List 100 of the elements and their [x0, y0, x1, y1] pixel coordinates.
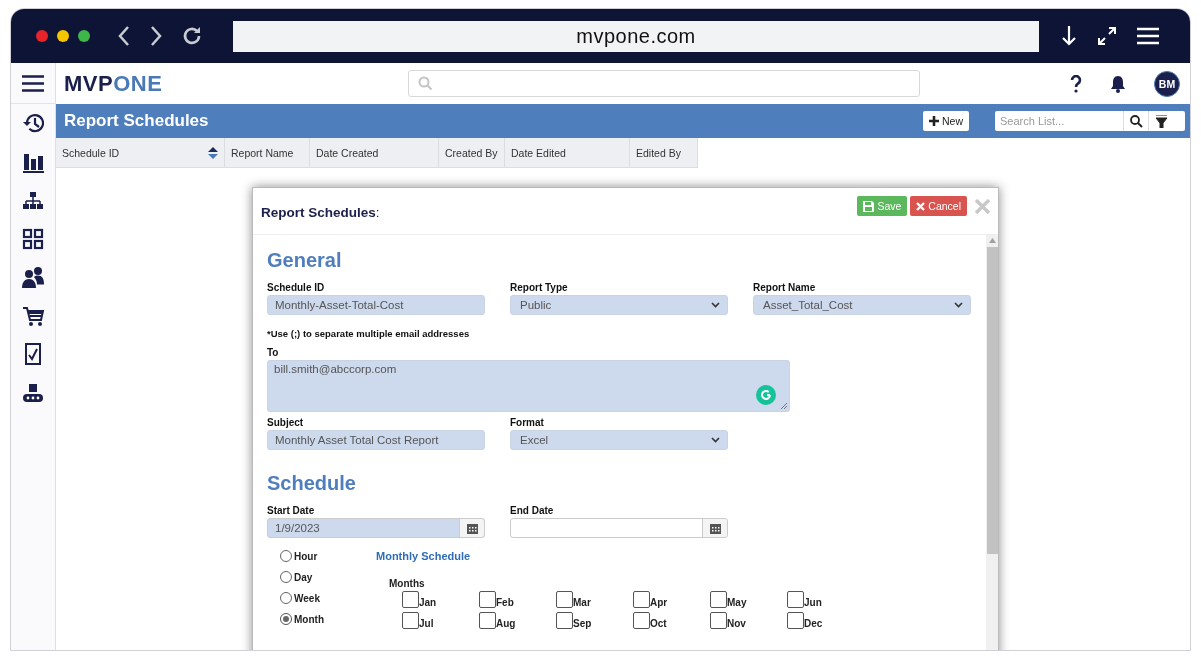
help-icon[interactable]: [1070, 74, 1082, 93]
column-header[interactable]: Created By: [439, 138, 505, 168]
plus-icon: [929, 116, 939, 126]
subsection-title: Monthly Schedule: [376, 550, 472, 562]
hint-text: *Use (;) to separate multiple email addresses: [267, 328, 471, 339]
reload-icon[interactable]: [181, 25, 203, 47]
checkbox[interactable]: [787, 591, 804, 608]
checkbox-label: Dec: [804, 618, 823, 629]
people-icon[interactable]: [22, 266, 44, 289]
checkbox[interactable]: [402, 612, 419, 629]
radio-button[interactable]: [280, 550, 292, 562]
address-bar[interactable]: mvpone.com: [233, 20, 1039, 52]
checkbox[interactable]: [479, 612, 496, 629]
radio-button[interactable]: [280, 613, 292, 625]
checkbox-label: Mar: [573, 597, 591, 608]
field-label: Start Date: [267, 505, 316, 516]
grid-icon[interactable]: [22, 227, 44, 250]
forward-icon[interactable]: [149, 25, 163, 47]
checkbox[interactable]: [633, 591, 650, 608]
search-icon: [418, 76, 433, 91]
chevron-down-icon: [711, 302, 720, 308]
column-header[interactable]: Date Created: [310, 138, 439, 168]
column-header[interactable]: Edited By: [630, 138, 698, 168]
checkbox-label: Nov: [727, 618, 746, 629]
page-title: Report Schedules: [64, 111, 210, 131]
checkbox-label: Aug: [496, 618, 516, 629]
checkbox-label: Feb: [496, 597, 514, 608]
cart-icon[interactable]: [22, 304, 44, 327]
checkbox-label: Sep: [573, 618, 592, 629]
radio-label: Week: [294, 592, 320, 604]
checkbox-label: Oct: [650, 618, 667, 629]
checkbox[interactable]: [556, 612, 573, 629]
section-heading: General: [267, 249, 343, 272]
menu-icon[interactable]: [22, 74, 44, 92]
text-field[interactable]: Monthly Asset Total Cost Report: [267, 430, 485, 450]
dialog-title: Report Schedules:: [261, 203, 381, 220]
column-header[interactable]: Schedule ID: [56, 138, 225, 168]
back-icon[interactable]: [117, 25, 131, 47]
field-label: Subject: [267, 417, 305, 428]
field-label: Report Name: [753, 282, 817, 293]
checkbox[interactable]: [710, 591, 727, 608]
window-control-icon[interactable]: [78, 30, 90, 42]
checkbox-label: Apr: [650, 597, 668, 608]
scrollbar[interactable]: [986, 235, 998, 650]
checkbox[interactable]: [633, 612, 650, 629]
date-field[interactable]: 1/9/2023: [267, 518, 485, 538]
checkbox-icon[interactable]: [22, 343, 44, 366]
checkbox[interactable]: [479, 591, 496, 608]
cancel-button[interactable]: Cancel: [910, 196, 967, 216]
resize-handle-icon[interactable]: [781, 403, 787, 409]
logo: MVPONE: [64, 70, 164, 97]
search-field[interactable]: Search List...: [995, 111, 1185, 131]
scrollbar-thumb[interactable]: [986, 247, 998, 554]
window-control-icon[interactable]: [57, 30, 69, 42]
column-header[interactable]: Date Edited: [505, 138, 630, 168]
radio-label: Month: [294, 613, 324, 625]
field-label: End Date: [510, 505, 555, 516]
dropdown[interactable]: Asset_Total_Cost: [753, 295, 971, 315]
checkbox[interactable]: [556, 591, 573, 608]
radio-label: Hour: [294, 550, 318, 562]
search-icon: [1129, 114, 1143, 128]
dropdown[interactable]: Excel: [510, 430, 728, 450]
hierarchy-icon[interactable]: [22, 189, 44, 212]
bell-icon[interactable]: [1110, 74, 1126, 93]
sort-icon[interactable]: [208, 146, 218, 159]
email-field[interactable]: bill.smith@abccorp.com: [267, 360, 790, 412]
user-avatar[interactable]: BM: [1154, 70, 1180, 97]
history-icon[interactable]: [22, 112, 44, 135]
close-icon: [916, 201, 926, 211]
checkbox[interactable]: [402, 591, 419, 608]
chevron-down-icon: [711, 437, 720, 443]
checkbox-label: Jan: [419, 597, 437, 608]
field-label: To: [267, 347, 280, 358]
section-heading: Schedule: [267, 472, 357, 495]
filter-icon: [1155, 114, 1167, 128]
dropdown[interactable]: Public: [510, 295, 728, 315]
checkbox[interactable]: [710, 612, 727, 629]
radio-button[interactable]: [280, 592, 292, 604]
column-header[interactable]: Report Name: [225, 138, 310, 168]
date-field[interactable]: [510, 518, 728, 538]
calendar-icon[interactable]: [709, 522, 721, 534]
calendar-icon[interactable]: [466, 522, 478, 534]
new-button[interactable]: New: [923, 111, 969, 131]
radio-label: Day: [294, 571, 313, 583]
download-icon[interactable]: [1061, 25, 1077, 47]
checkbox-label: May: [727, 597, 747, 608]
text-field[interactable]: Monthly-Asset-Total-Cost: [267, 295, 485, 315]
search-input[interactable]: Search List...: [995, 111, 1123, 131]
checkbox-label: Jul: [419, 618, 434, 629]
checkbox-label: Jun: [804, 597, 822, 608]
field-label: Format: [510, 417, 545, 428]
field-label: Months: [389, 578, 426, 589]
expand-icon[interactable]: [1097, 26, 1117, 46]
search-field[interactable]: [408, 70, 920, 97]
field-label: Schedule ID: [267, 282, 326, 293]
chevron-down-icon: [954, 302, 963, 308]
radio-button[interactable]: [280, 571, 292, 583]
field-label: Report Type: [510, 282, 569, 293]
conveyor-icon[interactable]: [22, 381, 44, 404]
checkbox[interactable]: [787, 612, 804, 629]
